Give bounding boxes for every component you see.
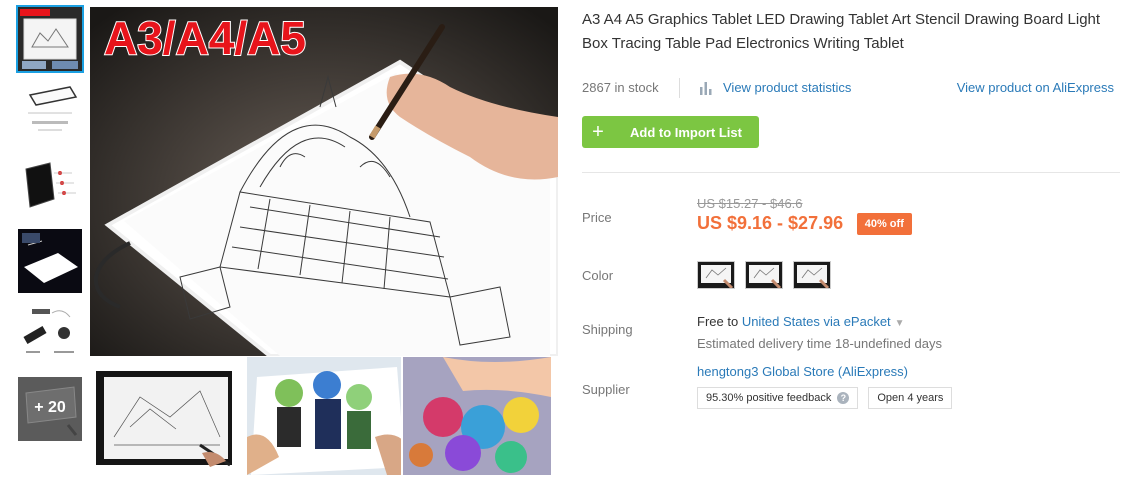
thumbnail-rail: + 20 xyxy=(16,5,84,451)
bar-chart-icon xyxy=(700,81,712,95)
discount-badge: 40% off xyxy=(856,213,912,235)
price-block: US $15.27 - $46.6 US $9.16 - $27.96 40% … xyxy=(697,196,912,235)
question-icon[interactable]: ? xyxy=(837,392,850,404)
add-to-import-list-button[interactable]: + Add to Import List xyxy=(582,116,759,148)
plus-icon: + xyxy=(592,121,604,143)
color-swatches xyxy=(697,261,831,289)
secondary-image-3[interactable] xyxy=(403,357,558,475)
shipping-destination-select[interactable]: United States via ePacket ▼ xyxy=(742,314,905,329)
color-label: Color xyxy=(582,268,614,283)
supplier-label: Supplier xyxy=(582,382,630,397)
main-product-image[interactable]: A3/A4/A5 xyxy=(90,7,558,356)
supplier-block: hengtong3 Global Store (AliExpress) 95.3… xyxy=(697,364,953,409)
feedback-chip: 95.30% positive feedback ? xyxy=(697,387,859,409)
delivery-estimate: Estimated delivery time 18-undefined day… xyxy=(697,336,942,351)
thumbnail-5[interactable] xyxy=(18,303,82,367)
view-on-aliexpress-link[interactable]: View product on AliExpress xyxy=(957,80,1114,95)
product-meta-row: 2867 in stock View product statistics Vi… xyxy=(582,78,1120,98)
store-age-chip: Open 4 years xyxy=(868,387,953,409)
more-images-count: + 20 xyxy=(34,399,66,416)
shipping-label: Shipping xyxy=(582,322,633,337)
chevron-down-icon: ▼ xyxy=(894,318,905,329)
thumbnail-4[interactable] xyxy=(18,229,82,293)
secondary-image-1[interactable] xyxy=(90,357,245,475)
feedback-text: 95.30% positive feedback xyxy=(706,392,832,404)
original-price: US $15.27 - $46.6 xyxy=(697,196,803,211)
section-divider xyxy=(582,172,1120,173)
color-swatch-2[interactable] xyxy=(745,261,783,289)
thumbnail-3[interactable] xyxy=(18,155,82,219)
shipping-free-prefix: Free to xyxy=(697,314,739,329)
product-title: A3 A4 A5 Graphics Tablet LED Drawing Tab… xyxy=(582,11,1101,52)
view-statistics-label: View product statistics xyxy=(723,80,852,95)
store-age-text: Open 4 years xyxy=(877,392,944,404)
thumbnail-2[interactable] xyxy=(18,81,82,145)
secondary-images xyxy=(90,357,558,475)
view-statistics-link[interactable]: View product statistics xyxy=(699,80,851,95)
secondary-image-2[interactable] xyxy=(246,357,402,475)
add-to-import-list-label: Add to Import List xyxy=(630,124,742,140)
stock-count: 2867 in stock xyxy=(582,80,659,95)
color-swatch-1[interactable] xyxy=(697,261,735,289)
thumbnail-1[interactable] xyxy=(16,5,84,73)
store-name-link[interactable]: hengtong3 Global Store (AliExpress) xyxy=(697,364,952,379)
current-price: US $9.16 - $27.96 xyxy=(697,213,844,233)
thumbnail-more[interactable]: + 20 xyxy=(18,377,82,441)
color-swatch-3[interactable] xyxy=(793,261,831,289)
price-label: Price xyxy=(582,210,612,225)
meta-divider xyxy=(679,78,680,98)
shipping-block: Free to United States via ePacket ▼ Estim… xyxy=(697,312,942,354)
size-banner: A3/A4/A5 xyxy=(103,11,307,65)
shipping-destination: United States via ePacket xyxy=(741,314,891,329)
